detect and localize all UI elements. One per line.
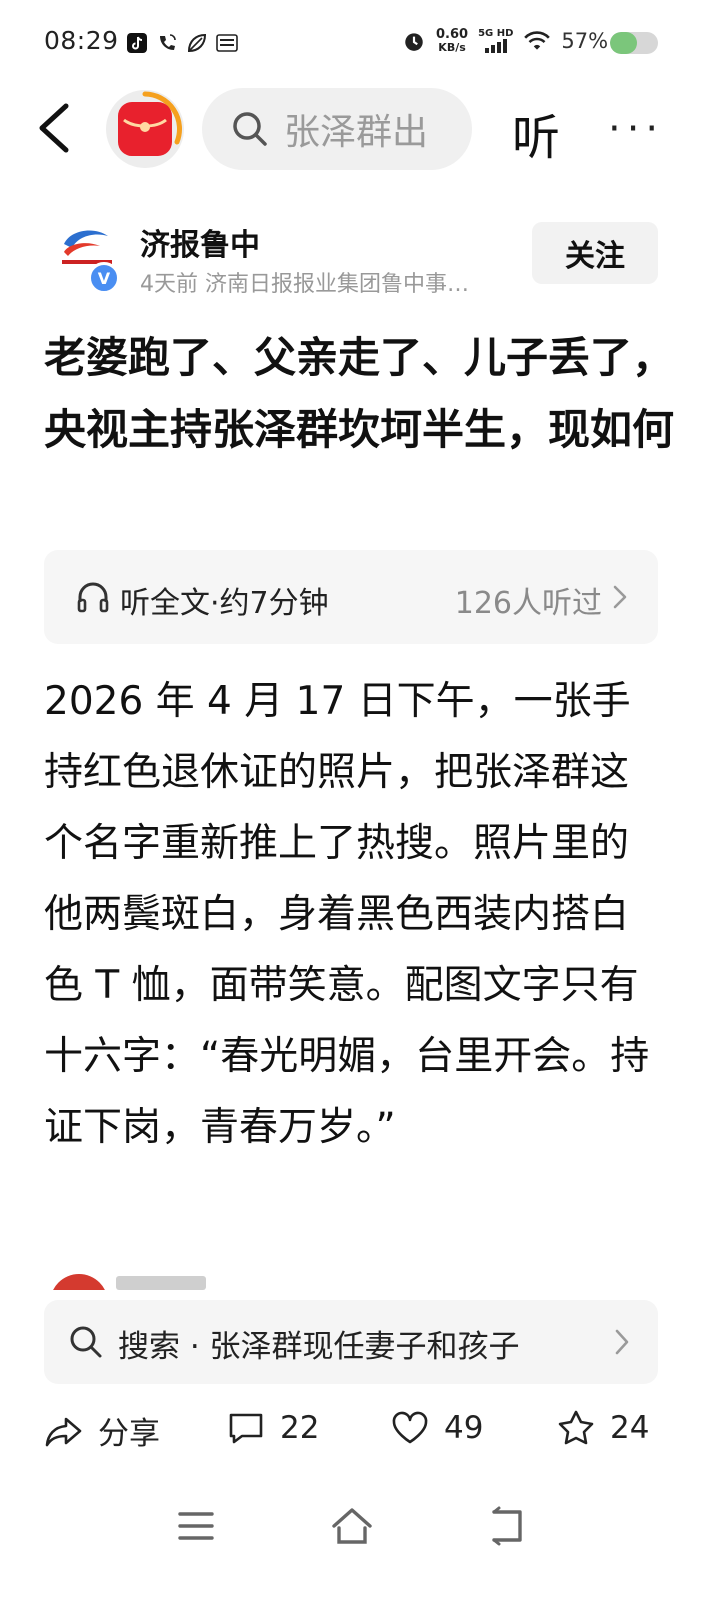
headphones-icon [77, 582, 109, 613]
author-meta: 4天前 济南日报报业集团鲁中事… [140, 272, 469, 297]
article-title: 老婆跑了、父亲走了、儿子丢了，央视主持张泽群坎坷半生，现如何 [44, 333, 675, 454]
chevron-right-icon [613, 585, 627, 609]
battery-fill [610, 32, 638, 54]
heart-icon [392, 1411, 428, 1444]
listen-count: 126人听过 [454, 586, 602, 621]
related-search-suggestion[interactable]: 搜索 · 张泽群现任妻子和孩子 [44, 1300, 658, 1384]
author-name[interactable]: 济报鲁中 [140, 220, 260, 264]
toutiao-icon [216, 34, 238, 52]
tiktok-icon [127, 33, 147, 53]
comment-button[interactable]: 22 [226, 1408, 319, 1448]
signal-icon [484, 39, 507, 53]
status-bar: 08:29 0.60 KB/s 5G HD 57% [0, 0, 720, 84]
net-type-signal: 5G HD [478, 29, 513, 53]
search-box[interactable]: 张泽群出 [202, 88, 472, 170]
listen-button[interactable]: 听 [512, 98, 560, 168]
home-icon[interactable] [330, 1504, 374, 1548]
share-label: 分享 [98, 1416, 160, 1452]
more-button[interactable]: ··· [608, 106, 664, 152]
search-icon [233, 112, 267, 146]
favorite-count: 24 [610, 1410, 650, 1446]
chevron-right-icon [615, 1329, 629, 1355]
app-logo[interactable] [106, 90, 184, 168]
search-text: 张泽群出 [284, 112, 429, 153]
star-icon [558, 1410, 594, 1445]
comment-icon [229, 1413, 263, 1444]
embedded-avatar [50, 1274, 108, 1290]
top-nav: 张泽群出 听 ··· [0, 84, 720, 174]
embedded-name-blur [116, 1276, 206, 1290]
listen-full-bar[interactable]: 听全文·约7分钟 126人听过 [44, 550, 658, 644]
battery-icon [610, 32, 658, 54]
listen-full-label: 听全文·约7分钟 [120, 586, 329, 621]
back-nav-icon[interactable] [486, 1504, 530, 1548]
net-speed: 0.60 KB/s [436, 27, 469, 54]
favorite-button[interactable]: 24 [556, 1408, 649, 1448]
search-icon [70, 1326, 102, 1358]
alarm-icon [405, 33, 423, 51]
related-search-text: 搜索 · 张泽群现任妻子和孩子 [118, 1329, 520, 1365]
status-right: 0.60 KB/s 5G HD 57% [402, 28, 608, 54]
like-count: 49 [444, 1410, 484, 1446]
menu-icon[interactable] [174, 1504, 218, 1548]
verified-badge: V [88, 262, 120, 294]
share-icon [45, 1417, 82, 1446]
article-body: 2026 年 4 月 17 日下午，一张手持红色退休证的照片，把张泽群这个名字重… [44, 679, 650, 1150]
wifi-icon [524, 31, 551, 50]
embedded-post-peek [44, 1272, 658, 1290]
follow-button[interactable]: 关注 [532, 222, 658, 284]
action-bar: 分享 22 49 24 [0, 1400, 720, 1466]
like-button[interactable]: 49 [390, 1408, 483, 1448]
comment-count: 22 [280, 1410, 320, 1446]
red-envelope-icon [118, 102, 172, 156]
system-nav-bar [0, 1490, 720, 1570]
battery-percent: 57% [561, 29, 609, 53]
status-time: 08:29 [44, 26, 119, 55]
share-button[interactable]: 分享 [44, 1408, 160, 1453]
status-app-icons [126, 32, 238, 54]
back-arrow-icon[interactable] [30, 98, 80, 158]
author-row: V 济报鲁中 4天前 济南日报报业集团鲁中事… 关注 [0, 214, 720, 300]
phone-wifi-icon [160, 34, 176, 50]
leaf-icon [187, 33, 207, 53]
net-type: 5G HD [478, 28, 514, 39]
